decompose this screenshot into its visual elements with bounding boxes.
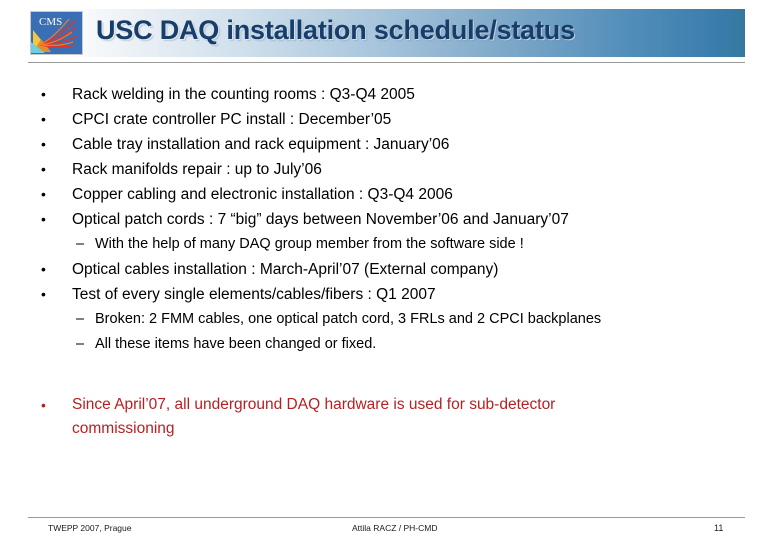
bullet-marker: •	[41, 286, 46, 302]
page-title: USC DAQ installation schedule/status	[96, 15, 575, 45]
bullet-marker: •	[41, 136, 46, 152]
cms-logo-text: CMS	[39, 16, 62, 28]
bullet-marker: •	[41, 111, 46, 127]
bullet-list: • Rack welding in the counting rooms : Q…	[0, 82, 780, 357]
dash-marker: –	[76, 336, 85, 352]
list-item: • CPCI crate controller PC install : Dec…	[0, 107, 780, 132]
bullet-marker: •	[41, 211, 46, 227]
sub-list-item-text: Broken: 2 FMM cables, one optical patch …	[95, 311, 602, 327]
footer-page-number: 11	[714, 523, 724, 533]
sub-list-item: – Broken: 2 FMM cables, one optical patc…	[0, 307, 780, 332]
bullet-marker: •	[41, 397, 46, 413]
dash-marker: –	[76, 311, 85, 327]
list-item-text: Optical patch cords : 7 “big” days betwe…	[72, 211, 569, 228]
list-item-text: CPCI crate controller PC install : Decem…	[72, 111, 392, 128]
sub-list-item: – With the help of many DAQ group member…	[0, 232, 780, 257]
sub-list-item-text: All these items have been changed or fix…	[95, 336, 377, 352]
list-item-text: Rack manifolds repair : up to July’06	[72, 161, 322, 178]
dash-marker: –	[76, 236, 85, 252]
bullet-marker: •	[41, 86, 46, 102]
cms-logo-graphic: CMS	[31, 12, 82, 54]
bullet-marker: •	[41, 161, 46, 177]
footer-conference: TWEPP 2007, Prague	[48, 523, 132, 533]
sub-list-item: – All these items have been changed or f…	[0, 332, 780, 357]
highlight-note-text: Since April’07, all underground DAQ hard…	[72, 396, 556, 437]
title-divider	[28, 62, 745, 63]
list-item-text: Optical cables installation : March-Apri…	[72, 261, 499, 278]
footer-author: Attila RACZ / PH-CMD	[352, 523, 438, 533]
list-item: • Optical patch cords : 7 “big” days bet…	[0, 207, 780, 232]
list-item: • Test of every single elements/cables/f…	[0, 282, 780, 307]
list-item-text: Copper cabling and electronic installati…	[72, 186, 453, 203]
list-item: • Cable tray installation and rack equip…	[0, 132, 780, 157]
list-item: • Rack welding in the counting rooms : Q…	[0, 82, 780, 107]
highlight-note: • Since April’07, all underground DAQ ha…	[0, 393, 780, 441]
list-item: • Rack manifolds repair : up to July’06	[0, 157, 780, 182]
list-item: • Copper cabling and electronic installa…	[0, 182, 780, 207]
list-item-text: Cable tray installation and rack equipme…	[72, 136, 450, 153]
cms-logo-icon: CMS	[30, 11, 83, 55]
bullet-marker: •	[41, 261, 46, 277]
list-item: • Optical cables installation : March-Ap…	[0, 257, 780, 282]
list-item-text: Rack welding in the counting rooms : Q3-…	[72, 86, 415, 103]
footer-divider	[28, 517, 745, 518]
sub-list-item-text: With the help of many DAQ group member f…	[95, 236, 524, 252]
list-item-text: Test of every single elements/cables/fib…	[72, 286, 436, 303]
bullet-marker: •	[41, 186, 46, 202]
